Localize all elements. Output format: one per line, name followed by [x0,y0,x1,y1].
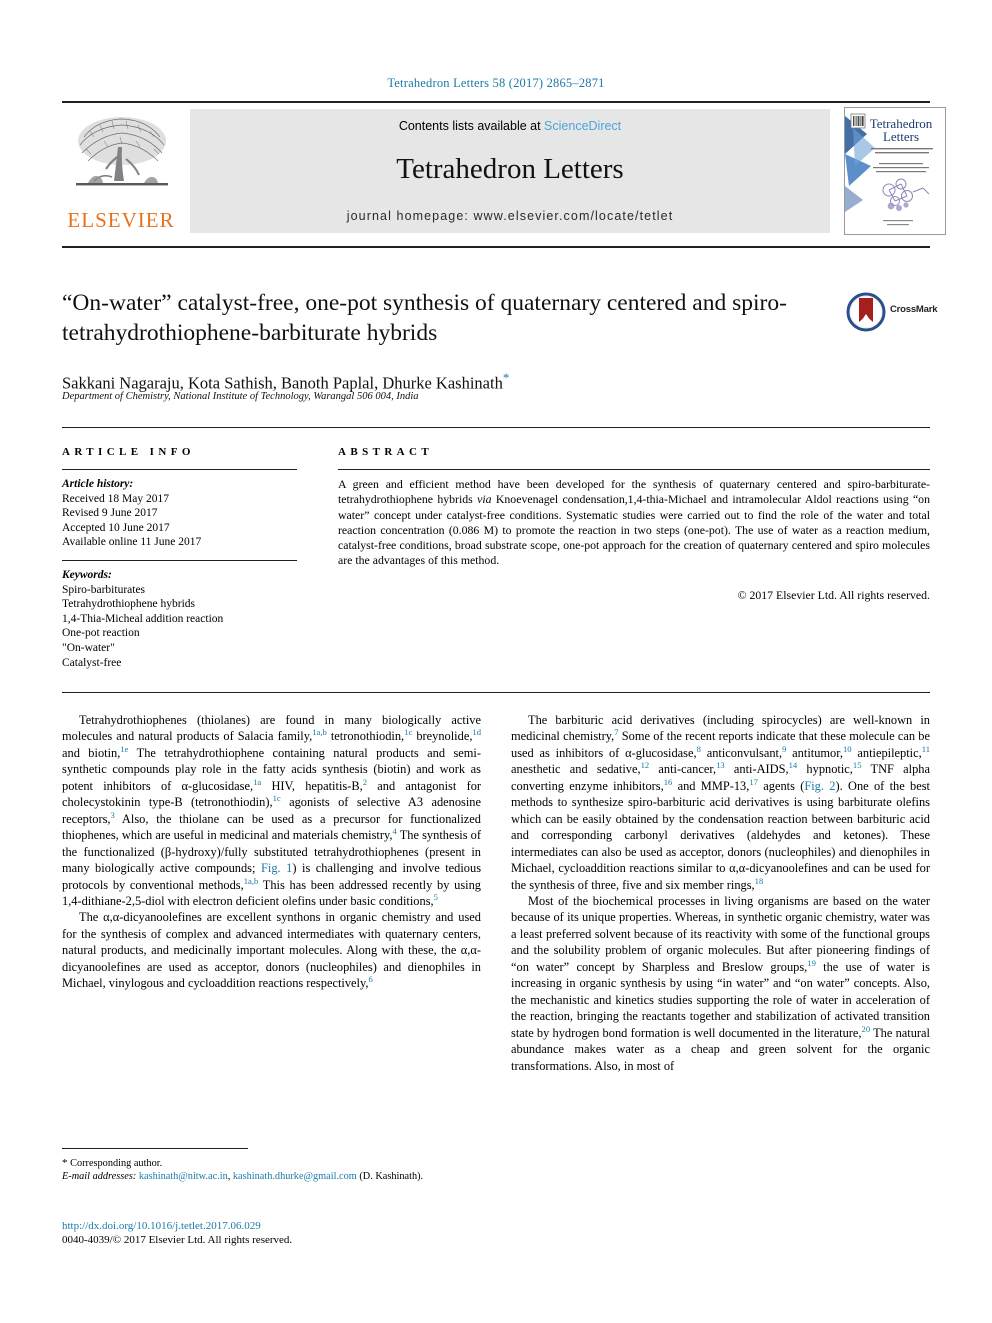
masthead-panel: Contents lists available at ScienceDirec… [190,109,830,233]
contents-available-line: Contents lists available at ScienceDirec… [190,119,830,133]
abstract-heading: ABSTRACT [338,446,434,458]
text-run: antiepileptic, [851,745,922,760]
citation-ref[interactable]: 14 [789,760,798,770]
corresponding-author-note: Corresponding author. [67,1158,163,1169]
figure-link[interactable]: Fig. 1 [261,861,292,875]
keyword-item: Spiro-barbiturates [62,583,146,596]
crossmark-label: CrossMark [890,304,938,315]
svg-text:Letters: Letters [883,129,919,144]
citation-ref[interactable]: 18 [755,875,764,885]
crossmark-icon [846,292,886,332]
text-run: anti-cancer, [649,762,717,777]
journal-masthead: ELSEVIER Contents lists available at Sci… [62,103,946,235]
text-run: tetronothiodin, [326,729,405,744]
body-column-left: Tetrahydrothiophenes (thiolanes) are fou… [62,712,481,992]
history-available-online: Available online 11 June 2017 [62,536,202,549]
keyword-item: Catalyst-free [62,656,122,669]
footnote-block: * Corresponding author. E-mail addresses… [62,1157,490,1184]
sciencedirect-link[interactable]: ScienceDirect [544,119,621,133]
article-history-label: Article history: [62,478,134,490]
text-run: and biotin, [62,745,121,760]
text-run: HIV, hepatitis-B, [261,778,363,793]
figure-link[interactable]: Fig. 2 [804,779,835,793]
masthead-bottom-rule [62,246,930,248]
citation-ref[interactable]: 1a,b [244,875,259,885]
paragraph: Most of the biochemical processes in liv… [511,893,930,1074]
citation-ref[interactable]: 15 [853,760,862,770]
elsevier-tree-icon [76,117,168,186]
citation-ref[interactable]: 5 [434,892,438,902]
article-page: Tetrahedron Letters 58 (2017) 2865–2871 [0,0,992,1323]
contents-prefix: Contents lists available at [398,119,545,133]
keywords-label: Keywords: [62,569,112,581]
email-link-secondary[interactable]: kashinath.dhurke@gmail.com [233,1171,357,1182]
citation-ref[interactable]: 19 [807,958,816,968]
cover-artwork: Tetrahedron Letters [845,108,945,234]
text-run: breynolide, [412,729,473,744]
abstract-heading-rule [338,469,930,470]
citation-ref[interactable]: 11 [922,744,930,754]
info-top-rule [62,427,930,428]
text-run: ). One of the best methods to synthesize… [511,778,930,892]
page-title: “On-water” catalyst-free, one-pot synthe… [62,290,787,346]
citation-ref[interactable]: 1a,b [312,727,327,737]
elsevier-logo[interactable]: ELSEVIER [62,109,180,233]
text-run: agents ( [757,778,805,793]
keyword-item: 1,4-Thia-Micheal addition reaction [62,612,224,625]
doi-link[interactable]: http://dx.doi.org/10.1016/j.tetlet.2017.… [62,1219,562,1233]
crossmark-badge[interactable]: CrossMark [846,292,938,332]
text-run: The α,α-dicyanoolefines are excellent sy… [62,910,481,991]
footnote-rule [62,1148,248,1149]
text-run: anticonvulsant, [700,745,783,760]
issn-copyright-line: 0040-4039/© 2017 Elsevier Ltd. All right… [62,1234,293,1246]
text-run: hypnotic, [797,762,853,777]
text-run: anti-AIDS, [724,762,789,777]
keywords-block: Keywords: Spiro-barbiturates Tetrahydrot… [62,568,312,670]
text-run: anesthetic and sedative, [511,762,641,777]
citation-ref[interactable]: 17 [749,777,758,787]
citation-ref[interactable]: 1d [472,727,481,737]
paragraph: The α,α-dicyanoolefines are excellent sy… [62,909,481,991]
abstract-copyright: © 2017 Elsevier Ltd. All rights reserved… [737,588,930,602]
body-top-rule [62,692,930,693]
affiliation: Department of Chemistry, National Instit… [62,391,419,402]
running-head: Tetrahedron Letters 58 (2017) 2865–2871 [387,76,605,90]
body-column-right: The barbituric acid derivatives (includi… [511,712,930,1074]
paragraph: Tetrahydrothiophenes (thiolanes) are fou… [62,712,481,909]
journal-cover-thumbnail[interactable]: Tetrahedron Letters [844,107,946,235]
article-info-heading: ARTICLE INFO [62,446,195,458]
citation-ref[interactable]: 10 [843,744,852,754]
keyword-item: Tetrahydrothiophene hybrids [62,598,196,611]
author-list: Sakkani Nagaraju, Kota Sathish, Banoth P… [62,370,862,394]
citation-ref[interactable]: 13 [716,760,725,770]
citation-ref[interactable]: 6 [368,974,372,984]
elsevier-wordmark: ELSEVIER [67,208,175,232]
journal-homepage-link[interactable]: journal homepage: www.elsevier.com/locat… [190,209,830,223]
author-names: Sakkani Nagaraju, Kota Sathish, Banoth P… [62,373,503,393]
history-accepted: Accepted 10 June 2017 [62,521,170,534]
history-keywords-rule [62,560,297,561]
citation-ref[interactable]: 20 [862,1023,871,1033]
abstract-text: A green and efficient method have been d… [338,477,930,569]
abstract-via: via [477,492,492,507]
history-received: Received 18 May 2017 [62,492,169,505]
history-revised: Revised 9 June 2017 [62,507,158,520]
text-run: and MMP-13, [672,778,750,793]
corresponding-author-marker: * [502,370,510,385]
email-label: E-mail addresses: [62,1171,137,1183]
email-link-primary[interactable]: kashinath@nitw.ac.in [139,1171,228,1182]
text-run: antitumor, [786,745,843,760]
citation-ref[interactable]: 1a [253,777,261,787]
keyword-item: One-pot reaction [62,627,140,640]
info-heading-rule [62,469,297,470]
email-owner: (D. Kashinath). [359,1171,424,1183]
citation-ref[interactable]: 1c [273,793,281,803]
article-history: Article history: Received 18 May 2017 Re… [62,477,307,550]
keyword-item: "On-water" [62,641,115,654]
journal-title: Tetrahedron Letters [396,153,624,185]
paragraph: The barbituric acid derivatives (includi… [511,712,930,893]
citation-ref[interactable]: 12 [641,760,650,770]
